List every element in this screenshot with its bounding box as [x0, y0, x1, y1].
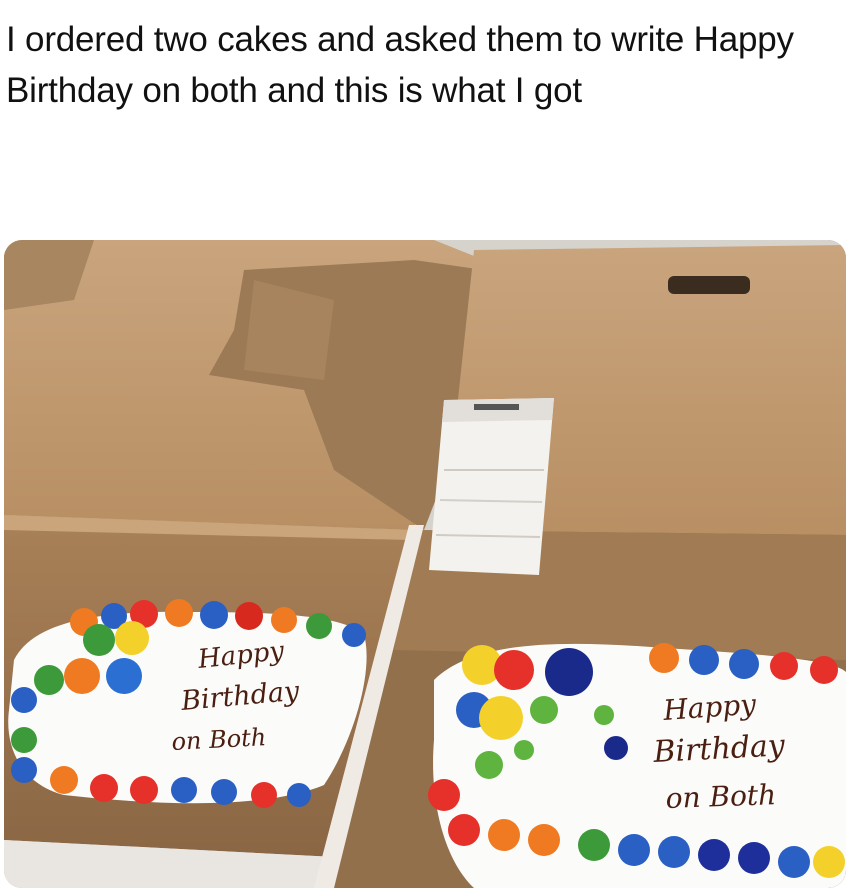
left-cake-line3: on Both: [171, 723, 267, 756]
receipt: [429, 398, 554, 575]
post-caption: I ordered two cakes and asked them to wr…: [6, 20, 794, 110]
left-cake: Happy Birthday on Both: [8, 599, 367, 808]
right-cake: Happy Birthday on Both: [428, 643, 846, 888]
right-cake-line2: Birthday: [652, 728, 787, 770]
right-cake-line3: on Both: [665, 778, 777, 815]
cake-photo: Happy Birthday on Both Happy Birthday on…: [4, 240, 846, 888]
right-cake-line1: Happy: [661, 688, 758, 728]
